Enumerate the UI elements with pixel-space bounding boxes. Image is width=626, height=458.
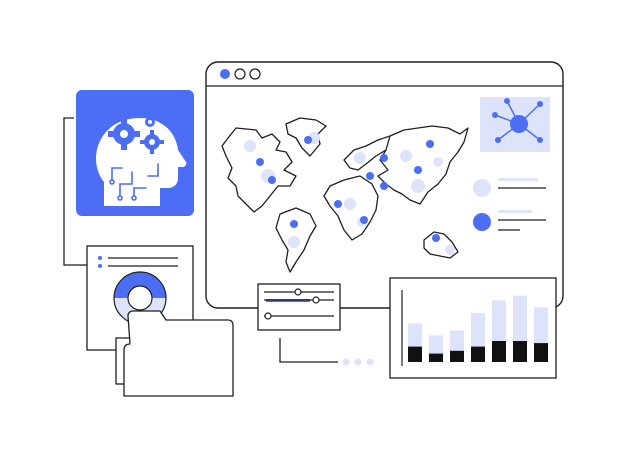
- map-marker[interactable]: [414, 166, 422, 174]
- map-marker[interactable]: [290, 220, 298, 228]
- map-marker[interactable]: [268, 176, 276, 184]
- bar-chart-card[interactable]: [389, 277, 557, 379]
- map-marker[interactable]: [334, 200, 342, 208]
- pagination-dot[interactable]: [366, 358, 374, 366]
- legend-line: [498, 210, 532, 213]
- window-dot[interactable]: [249, 68, 261, 80]
- legend-marker: [473, 213, 491, 231]
- pagination-dot[interactable]: [342, 358, 350, 366]
- map-marker[interactable]: [380, 182, 388, 190]
- map-marker-light[interactable]: [244, 140, 256, 152]
- map-marker-light[interactable]: [445, 245, 455, 255]
- map-marker-light[interactable]: [411, 179, 425, 193]
- doc-bullet: [98, 264, 102, 268]
- bar-value[interactable]: [492, 341, 506, 362]
- bar-value[interactable]: [429, 353, 443, 362]
- doc-bullet: [98, 256, 102, 260]
- map-marker[interactable]: [426, 140, 434, 148]
- map-marker-light[interactable]: [433, 157, 443, 167]
- pagination-dot[interactable]: [354, 358, 362, 366]
- pagination-dots: [342, 358, 374, 366]
- map-marker-light[interactable]: [354, 152, 366, 164]
- map-marker-light[interactable]: [400, 150, 412, 162]
- slider-knob[interactable]: [294, 288, 302, 296]
- map-marker[interactable]: [256, 158, 264, 166]
- illustration-canvas: [63, 61, 564, 397]
- folder-icon[interactable]: [115, 310, 234, 397]
- legend-line: [498, 178, 538, 181]
- ai-head-card[interactable]: [76, 90, 194, 216]
- window-dot[interactable]: [234, 68, 246, 80]
- bar-value[interactable]: [450, 350, 464, 362]
- filter-panel[interactable]: [257, 283, 341, 331]
- map-marker[interactable]: [360, 216, 368, 224]
- bar-value[interactable]: [513, 341, 527, 362]
- map-marker[interactable]: [380, 154, 388, 162]
- map-marker[interactable]: [304, 136, 312, 144]
- map-marker-light[interactable]: [288, 236, 300, 248]
- slider-knob[interactable]: [312, 296, 320, 304]
- bar-value[interactable]: [408, 346, 422, 362]
- network-node-icon: [480, 97, 550, 152]
- map-marker-light[interactable]: [344, 198, 356, 210]
- bar-value[interactable]: [534, 343, 548, 362]
- map-marker[interactable]: [432, 234, 440, 242]
- window-dot-filled[interactable]: [220, 69, 230, 79]
- bar-value[interactable]: [471, 346, 485, 362]
- legend-marker-light: [473, 179, 491, 197]
- map-marker[interactable]: [366, 172, 374, 180]
- slider-knob[interactable]: [264, 312, 272, 320]
